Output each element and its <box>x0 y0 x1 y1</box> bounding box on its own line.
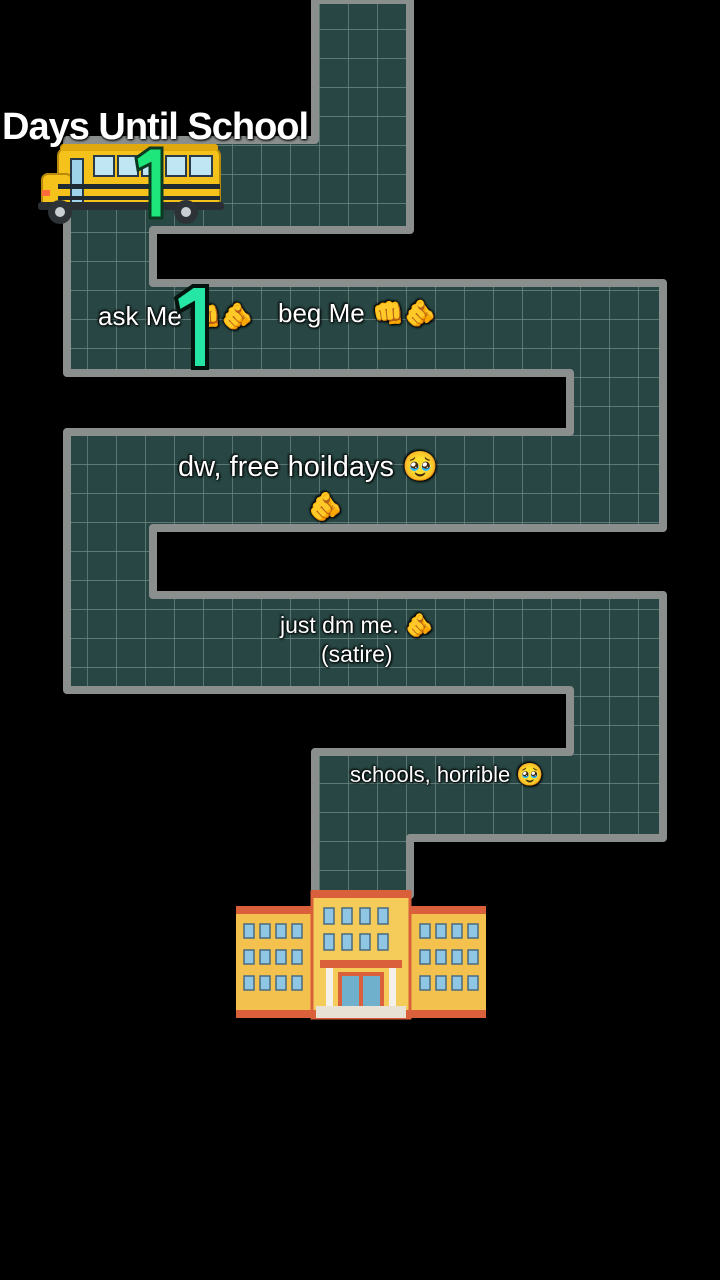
school-bus-icon <box>38 144 224 224</box>
dm-me-text: just dm me. 🫵 <box>280 612 434 638</box>
satire-text: (satire) <box>321 641 393 667</box>
countdown-number <box>173 284 209 370</box>
free-holidays-text: dw, free hoildays 🥹 <box>178 451 439 483</box>
schools-horrible-text: schools, horrible 🥹 <box>350 762 544 787</box>
page-title: Days Until School <box>2 106 309 148</box>
school-building-icon <box>236 890 486 1020</box>
countdown-number-small <box>134 146 164 220</box>
pointing-emoji: 🫵 <box>308 491 343 522</box>
beg-me-text: beg Me 👊🫵 <box>278 298 437 328</box>
